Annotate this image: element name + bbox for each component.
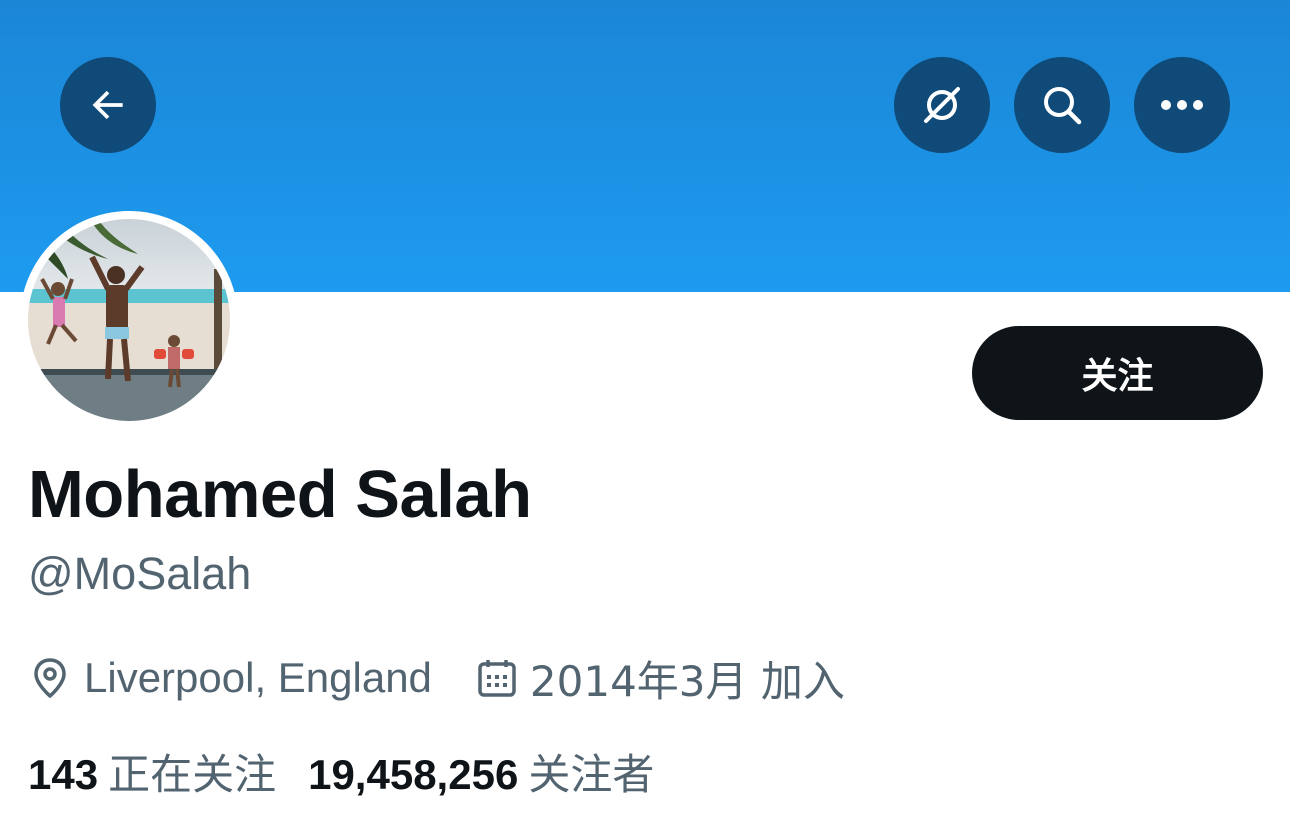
more-options-button[interactable] bbox=[1134, 57, 1230, 153]
followers-label: 关注者 bbox=[528, 749, 655, 799]
search-button[interactable] bbox=[1014, 57, 1110, 153]
follow-button[interactable]: 关注 bbox=[972, 326, 1263, 420]
arrow-left-icon bbox=[92, 90, 123, 120]
calendar-icon bbox=[478, 660, 516, 697]
followers-count: 19,458,256 bbox=[308, 750, 519, 798]
ellipsis-icon bbox=[1161, 100, 1203, 110]
hide-button[interactable] bbox=[894, 57, 990, 153]
profile-meta: Liverpool, England 2014年3月 加入 bbox=[28, 652, 845, 706]
display-name: Mohamed Salah bbox=[28, 457, 532, 532]
username-handle: @MoSalah bbox=[28, 548, 252, 599]
avatar-border bbox=[20, 211, 238, 429]
following-count: 143 bbox=[28, 750, 99, 798]
following-label: 正在关注 bbox=[108, 749, 277, 799]
following-link[interactable]: 143 正在关注 bbox=[28, 741, 276, 802]
location-text: Liverpool, England bbox=[84, 654, 432, 701]
location-item: Liverpool, England bbox=[28, 654, 432, 702]
back-button[interactable] bbox=[60, 57, 156, 153]
joined-item: 2014年3月 加入 bbox=[476, 648, 845, 709]
joined-text: 2014年3月 加入 bbox=[529, 656, 845, 706]
avatar[interactable] bbox=[28, 219, 230, 421]
profile-stats: 143 正在关注 19,458,256 关注者 bbox=[28, 745, 654, 799]
avatar-photo bbox=[28, 219, 230, 421]
search-icon bbox=[1044, 87, 1082, 125]
eye-slash-icon bbox=[924, 87, 960, 123]
followers-link[interactable]: 19,458,256 关注者 bbox=[308, 741, 654, 802]
location-pin-icon bbox=[34, 658, 66, 698]
